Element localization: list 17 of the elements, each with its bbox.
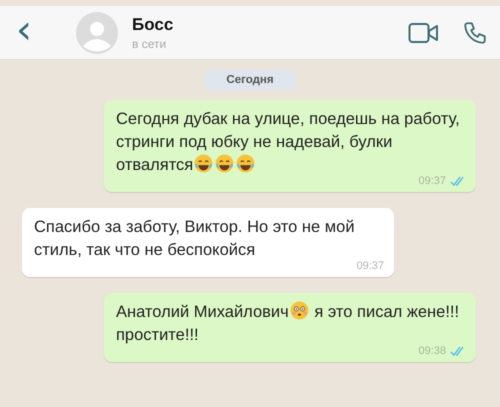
- message-time: 09:37: [356, 260, 384, 272]
- laughing-emoji-icon: [236, 154, 256, 173]
- laughing-emoji-icon: [215, 154, 234, 173]
- back-button[interactable]: ‹: [8, 10, 40, 50]
- message-time: 09:37: [418, 175, 446, 187]
- phone-call-button[interactable]: [462, 20, 488, 46]
- avatar-icon: [76, 12, 118, 54]
- contact-status: в сети: [132, 36, 168, 50]
- video-call-button[interactable]: [408, 22, 440, 44]
- contact-name: Босс: [132, 14, 174, 34]
- date-divider: Сегодня: [204, 70, 296, 90]
- flushed-emoji-icon: [290, 301, 309, 320]
- message-text: Анатолий Михайлович я это писал жене!!! простите!!!: [116, 301, 460, 346]
- message-text: Сегодня дубак на улице, поедешь на работу, стринги под юбку не надевай, булки отвалятся: [116, 109, 461, 176]
- laughing-emoji-icon: [194, 154, 214, 173]
- message-time: 09:38: [418, 345, 446, 357]
- message-text: Спасибо за заботу, Виктор. Но это не мой стиль, так что не беспокойся: [34, 217, 356, 261]
